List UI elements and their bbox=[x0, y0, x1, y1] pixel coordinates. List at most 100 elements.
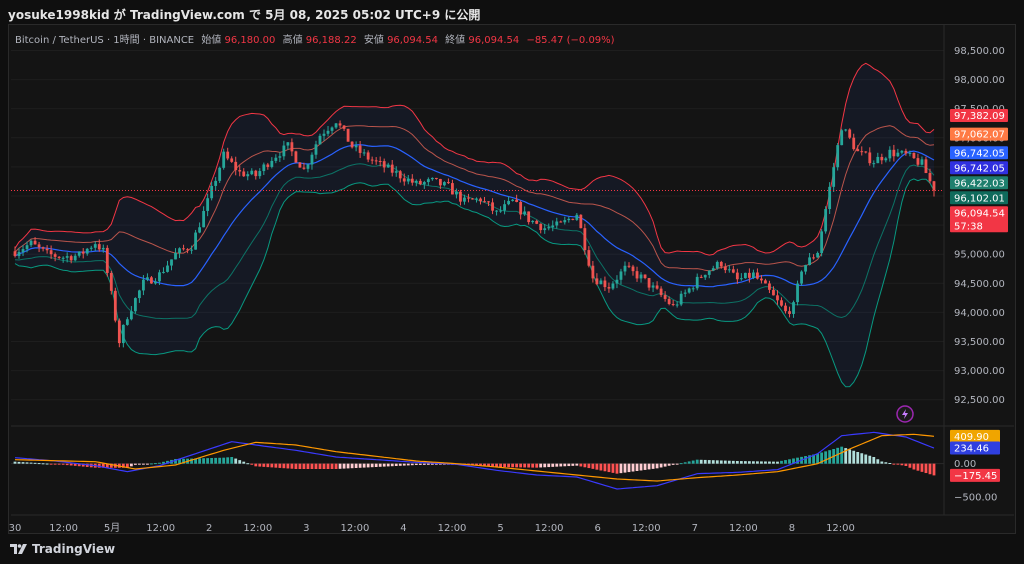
macd-histogram-bar bbox=[210, 458, 214, 464]
candle-body bbox=[539, 223, 543, 231]
candle-body bbox=[194, 232, 197, 250]
candle-body bbox=[591, 265, 595, 279]
price-badge: 97,382.09 bbox=[950, 109, 1008, 123]
candle-body bbox=[555, 221, 559, 226]
candle-body bbox=[820, 231, 824, 253]
candle-body bbox=[402, 178, 406, 182]
time-tick-label: 12:00 bbox=[146, 523, 175, 534]
macd-histogram-bar bbox=[543, 463, 547, 468]
macd-histogram-bar bbox=[330, 463, 334, 469]
macd-histogram-bar bbox=[928, 463, 932, 475]
candle-body bbox=[687, 288, 691, 293]
open-value: 96,180.00 bbox=[225, 35, 276, 46]
macd-histogram-bar bbox=[864, 454, 868, 464]
candle-body bbox=[206, 198, 210, 211]
macd-histogram-bar bbox=[932, 463, 936, 476]
chart-frame[interactable]: 92,500.00 93,000.00 93,500.00 94,000.00 94,5… bbox=[8, 24, 1016, 534]
candle-body bbox=[77, 251, 81, 256]
candle-body bbox=[503, 204, 506, 211]
candle-body bbox=[864, 151, 868, 153]
price-tick-label: 94,500.00 bbox=[954, 279, 1005, 290]
signal-line bbox=[14, 433, 935, 482]
candle-body bbox=[93, 244, 97, 248]
macd-histogram-bar bbox=[198, 458, 202, 464]
candle-body bbox=[282, 145, 286, 157]
macd-histogram-bar bbox=[687, 461, 691, 464]
price-axis[interactable]: 92,500.00 93,000.00 93,500.00 94,000.00 94,5… bbox=[950, 46, 1008, 406]
macd-histogram-bar bbox=[218, 457, 222, 464]
macd-histogram-bar bbox=[326, 463, 330, 469]
candle-body bbox=[715, 261, 719, 269]
candle bbox=[298, 162, 302, 168]
candle-body bbox=[33, 240, 37, 245]
candle-body bbox=[370, 159, 374, 161]
candle-body bbox=[876, 156, 880, 164]
candle-body bbox=[792, 302, 795, 314]
macd-histogram-bar bbox=[154, 463, 157, 465]
macd-histogram-bar bbox=[69, 463, 73, 466]
macd-histogram-bar bbox=[579, 463, 583, 467]
candle-body bbox=[322, 133, 326, 136]
candle-body bbox=[29, 240, 33, 246]
candle-body bbox=[274, 157, 278, 161]
macd-histogram-bar bbox=[599, 463, 603, 471]
macd-histogram-bar bbox=[133, 463, 137, 465]
macd-histogram-bar bbox=[659, 463, 663, 468]
macd-histogram-bar bbox=[206, 458, 210, 464]
macd-axis[interactable]: 0.00 −500.00 409.90234.46 −175.45 bbox=[950, 429, 1000, 504]
candle-body bbox=[840, 130, 844, 146]
time-axis[interactable]: 30 12:00 5月 12:00 2 12:00 3 12:00 4 12:00 5 12:00 6 1… bbox=[9, 522, 855, 534]
candle-body bbox=[880, 156, 884, 161]
macd-histogram-bar bbox=[314, 463, 318, 469]
candle-body bbox=[45, 248, 49, 251]
candle-body bbox=[346, 128, 350, 142]
macd-histogram-bar bbox=[414, 463, 418, 465]
macd-histogram-bar bbox=[683, 462, 687, 464]
lightning-icon[interactable] bbox=[896, 405, 914, 423]
candle-body bbox=[916, 158, 920, 165]
candle-body bbox=[751, 272, 755, 278]
macd-histogram-bar bbox=[17, 461, 21, 464]
macd-histogram-bar bbox=[711, 460, 715, 464]
macd-histogram-bar bbox=[402, 463, 406, 466]
macd-histogram-bar bbox=[848, 449, 852, 464]
page-title: yosuke1998kid が TradingView.com で 5月 08,… bbox=[8, 8, 481, 22]
candle-body bbox=[727, 269, 731, 271]
candle-body bbox=[398, 171, 402, 179]
macd-histogram-bar bbox=[655, 463, 659, 469]
macd-histogram-bar bbox=[751, 461, 755, 464]
candle-body bbox=[507, 200, 511, 205]
tradingview-logo[interactable]: TradingView bbox=[10, 542, 115, 556]
candle-body bbox=[703, 274, 707, 278]
macd-histogram-bar bbox=[567, 463, 571, 467]
candle-body bbox=[262, 164, 266, 172]
candle-body bbox=[326, 130, 330, 134]
candle-body bbox=[266, 164, 270, 167]
candle-body bbox=[487, 201, 490, 203]
macd-histogram-bar bbox=[41, 463, 45, 465]
macd-histogram-bar bbox=[65, 463, 69, 466]
candle-body bbox=[671, 304, 675, 306]
price-tick-label: 94,000.00 bbox=[954, 308, 1005, 319]
macd-histogram-bar bbox=[651, 463, 655, 469]
candle-body bbox=[202, 210, 206, 228]
candle-body bbox=[426, 179, 430, 183]
candle-body bbox=[707, 270, 711, 275]
macd-histogram-bar bbox=[378, 463, 382, 467]
candle-body bbox=[888, 149, 892, 159]
chart-svg[interactable]: 92,500.00 93,000.00 93,500.00 94,000.00 94,5… bbox=[9, 25, 1017, 535]
candle-body bbox=[242, 171, 246, 177]
candle-body bbox=[735, 272, 739, 280]
candle-body bbox=[904, 150, 908, 154]
candle-body bbox=[366, 152, 370, 160]
macd-histogram-bar bbox=[350, 463, 354, 469]
candle-body bbox=[390, 164, 394, 173]
macd-histogram-bar bbox=[631, 463, 635, 472]
close-label: 終値 bbox=[445, 33, 465, 46]
macd-histogram-bar bbox=[515, 463, 519, 468]
candle-body bbox=[884, 158, 888, 161]
macd-histogram-bar bbox=[707, 460, 711, 464]
macd-histogram-bar bbox=[282, 463, 286, 469]
macd-histogram-bar bbox=[266, 463, 270, 468]
candle-body bbox=[53, 254, 57, 257]
